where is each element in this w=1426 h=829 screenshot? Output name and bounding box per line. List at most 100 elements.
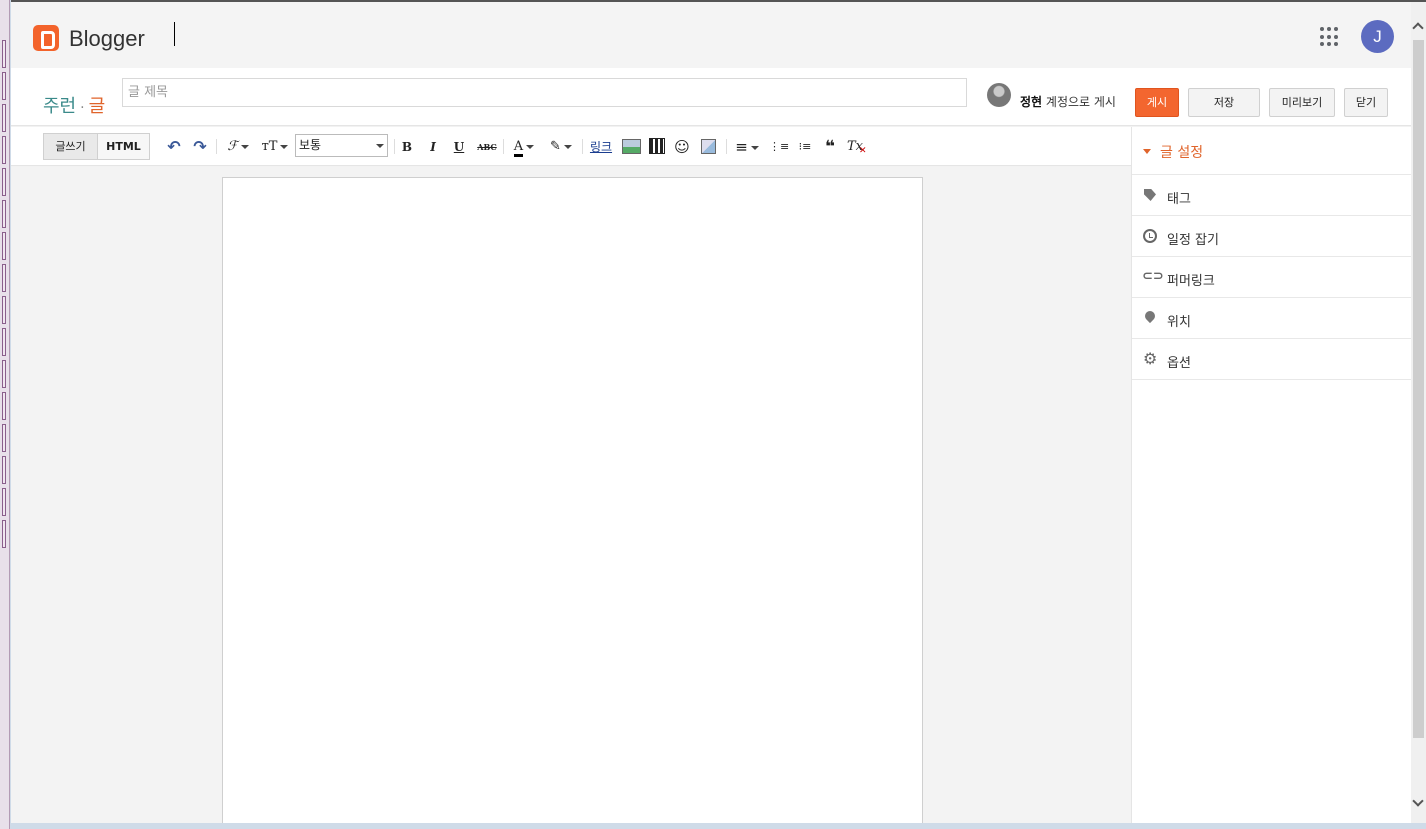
scroll-up-icon[interactable] bbox=[1412, 22, 1424, 34]
apps-grid-icon[interactable] bbox=[1320, 27, 1340, 47]
text-color-icon: A bbox=[513, 139, 524, 157]
app-header: Blogger J bbox=[11, 2, 1426, 68]
strip-mark bbox=[2, 424, 6, 452]
brand-name[interactable]: Blogger bbox=[69, 26, 145, 52]
post-settings-title: 글 설정 bbox=[1160, 145, 1204, 161]
clear-formatting-icon[interactable]: Tx✕ bbox=[847, 137, 867, 157]
account-avatar[interactable]: J bbox=[1361, 20, 1394, 53]
paragraph-format-select[interactable]: 보통 bbox=[295, 134, 388, 157]
redo-icon[interactable]: ↷ bbox=[191, 137, 209, 157]
insert-link-button[interactable]: 링크 bbox=[588, 137, 614, 157]
browser-window: Blogger J 주런·글 정현 계정으로 게시 게시 저장 미리보기 닫기 … bbox=[11, 0, 1426, 823]
sidebar-item-schedule[interactable]: 일정 잡기 bbox=[1132, 216, 1412, 257]
strip-mark bbox=[2, 328, 6, 356]
clear-x-icon: ✕ bbox=[859, 146, 867, 156]
text-cursor bbox=[174, 22, 175, 46]
font-size-icon: тT bbox=[261, 139, 278, 154]
post-title-input[interactable] bbox=[122, 78, 967, 107]
chevron-down-icon bbox=[750, 145, 759, 150]
preview-button[interactable]: 미리보기 bbox=[1269, 88, 1335, 117]
chevron-down-icon bbox=[526, 144, 535, 149]
strip-mark bbox=[2, 232, 6, 260]
page-scrollbar[interactable] bbox=[1411, 2, 1426, 823]
strip-mark bbox=[2, 72, 6, 100]
strip-mark bbox=[2, 488, 6, 516]
link-icon: ⊂⊃ bbox=[1142, 269, 1164, 284]
font-family-dropdown[interactable]: ℱ bbox=[222, 137, 254, 157]
publish-button[interactable]: 게시 bbox=[1135, 88, 1179, 117]
sidebar-item-location[interactable]: 위치 bbox=[1132, 298, 1412, 339]
breadcrumb-blog-link[interactable]: 주런 bbox=[43, 96, 76, 117]
italic-button[interactable]: I bbox=[426, 137, 440, 157]
clock-icon bbox=[1143, 229, 1157, 243]
scroll-thumb[interactable] bbox=[1413, 40, 1424, 738]
emoji-icon[interactable]: ☺ bbox=[674, 137, 690, 157]
bulleted-list-icon[interactable]: ⁝≡ bbox=[795, 137, 815, 157]
font-icon: ℱ bbox=[227, 139, 238, 154]
strip-mark bbox=[2, 168, 6, 196]
pin-icon bbox=[1142, 308, 1158, 324]
alignment-dropdown[interactable]: ≡ bbox=[732, 137, 762, 157]
strip-mark bbox=[2, 136, 6, 164]
highlight-color-dropdown[interactable]: ✎ bbox=[546, 137, 576, 157]
post-settings-panel: 글 설정 태그 일정 잡기 ⊂⊃ 퍼머링크 위치 ⚙ 옵션 bbox=[1131, 127, 1412, 823]
toolbar-divider bbox=[394, 139, 395, 154]
breadcrumb-current: 글 bbox=[88, 96, 106, 117]
format-value: 보통 bbox=[299, 138, 322, 152]
numbered-list-icon[interactable]: ⋮≡ bbox=[769, 137, 789, 157]
post-body-editor[interactable] bbox=[222, 177, 923, 823]
strip-mark bbox=[2, 104, 6, 132]
strikethrough-button[interactable]: ABC bbox=[476, 137, 498, 157]
sidebar-item-permalink[interactable]: ⊂⊃ 퍼머링크 bbox=[1132, 257, 1412, 298]
toolbar-divider bbox=[216, 139, 217, 154]
toolbar-divider bbox=[726, 139, 727, 154]
undo-icon[interactable]: ↶ bbox=[165, 137, 183, 157]
save-button[interactable]: 저장 bbox=[1188, 88, 1260, 117]
gear-icon: ⚙ bbox=[1143, 349, 1158, 368]
sidebar-item-label: 옵션 bbox=[1167, 356, 1191, 371]
insert-video-icon[interactable] bbox=[649, 138, 665, 154]
text-color-dropdown[interactable]: A bbox=[509, 137, 539, 157]
strip-mark bbox=[2, 200, 6, 228]
strip-mark bbox=[2, 296, 6, 324]
toolbar-divider bbox=[582, 139, 583, 154]
post-settings-header[interactable]: 글 설정 bbox=[1132, 127, 1412, 175]
blogger-logo-icon[interactable] bbox=[33, 25, 59, 51]
chevron-down-icon bbox=[280, 144, 289, 149]
sidebar-item-tags[interactable]: 태그 bbox=[1132, 175, 1412, 216]
breadcrumb-separator: · bbox=[80, 100, 85, 116]
post-title-bar: 주런·글 정현 계정으로 게시 게시 저장 미리보기 닫기 bbox=[11, 68, 1426, 126]
scroll-down-icon[interactable] bbox=[1412, 795, 1424, 807]
jump-break-icon[interactable] bbox=[701, 139, 716, 154]
author-avatar-icon bbox=[987, 83, 1011, 107]
strip-mark bbox=[2, 264, 6, 292]
toolbar-divider bbox=[503, 139, 504, 154]
tag-icon bbox=[1144, 189, 1156, 201]
quote-icon[interactable]: ❝ bbox=[821, 137, 839, 157]
sidebar-item-label: 퍼머링크 bbox=[1167, 274, 1215, 289]
font-size-dropdown[interactable]: тT bbox=[259, 137, 291, 157]
author-name: 정현 bbox=[1020, 95, 1043, 109]
posting-as-suffix: 계정으로 게시 bbox=[1042, 95, 1116, 109]
editor-toolbar: 글쓰기 HTML ↶ ↷ ℱ тT 보통 B I U ABC A ✎ 링크 ☺ … bbox=[11, 127, 1131, 166]
strip-mark bbox=[2, 392, 6, 420]
screen: Blogger J 주런·글 정현 계정으로 게시 게시 저장 미리보기 닫기 … bbox=[0, 0, 1426, 829]
align-left-icon: ≡ bbox=[735, 138, 748, 156]
strip-mark bbox=[2, 456, 6, 484]
insert-image-icon[interactable] bbox=[622, 139, 641, 154]
editor-area bbox=[11, 167, 1131, 823]
sidebar-item-label: 위치 bbox=[1167, 315, 1191, 330]
breadcrumb: 주런 · 글 bbox=[43, 92, 105, 118]
sidebar-item-label: 일정 잡기 bbox=[1167, 233, 1219, 248]
underline-button[interactable]: U bbox=[452, 137, 466, 157]
html-mode-button[interactable]: HTML bbox=[97, 133, 150, 160]
sidebar-item-options[interactable]: ⚙ 옵션 bbox=[1132, 339, 1412, 380]
chevron-down-icon bbox=[240, 144, 249, 149]
sidebar-item-label: 태그 bbox=[1167, 192, 1191, 207]
background-window-edge bbox=[0, 0, 10, 829]
expand-triangle-icon bbox=[1143, 149, 1151, 154]
close-button[interactable]: 닫기 bbox=[1344, 88, 1388, 117]
bold-button[interactable]: B bbox=[400, 137, 414, 157]
strip-mark bbox=[2, 520, 6, 548]
compose-mode-button[interactable]: 글쓰기 bbox=[43, 133, 98, 160]
